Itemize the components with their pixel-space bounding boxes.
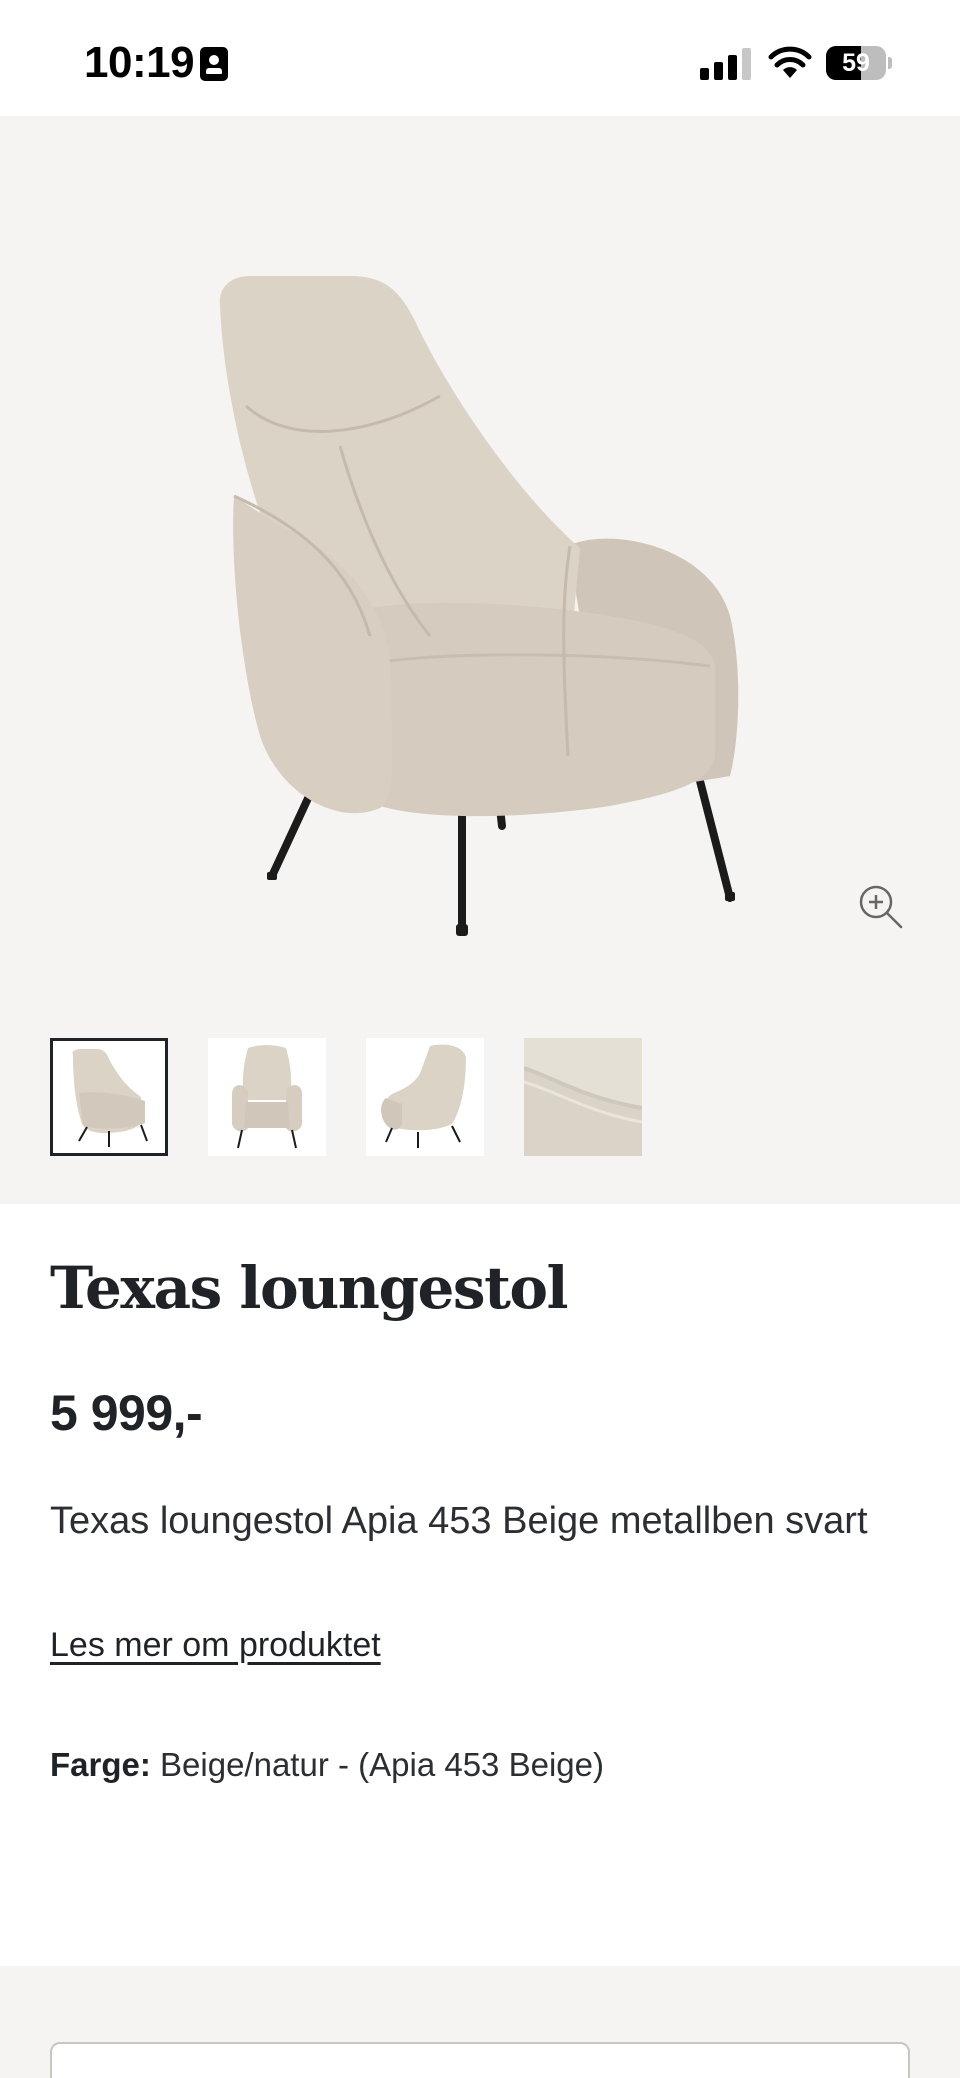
color-info: Farge: Beige/natur - (Apia 453 Beige) <box>50 1746 604 1784</box>
thumbnail-chair-front-angle[interactable] <box>50 1038 168 1156</box>
status-bar: 10:19 59 <box>0 0 960 116</box>
thumbnail-fabric-closeup[interactable] <box>524 1038 642 1156</box>
product-info: Texas loungestol 5 999,- Texas loungesto… <box>0 1204 960 1966</box>
battery-icon: 59 <box>826 46 892 80</box>
color-value: Beige/natur - (Apia 453 Beige) <box>160 1746 604 1783</box>
zoom-in-icon[interactable] <box>856 882 906 932</box>
battery-level: 59 <box>842 49 870 77</box>
read-more-link[interactable]: Les mer om produktet <box>50 1626 381 1665</box>
thumbnail-chair-back-angle[interactable] <box>366 1038 484 1156</box>
product-description: Texas loungestol Apia 453 Beige metallbe… <box>50 1500 868 1542</box>
product-price: 5 999,- <box>50 1385 203 1441</box>
wifi-icon <box>768 46 812 78</box>
option-select-box[interactable] <box>50 2042 910 2078</box>
product-title: Texas loungestol <box>50 1254 569 1322</box>
thumbnail-chair-front[interactable] <box>208 1038 326 1156</box>
id-card-icon <box>200 47 228 81</box>
main-product-image[interactable] <box>190 196 790 1016</box>
product-gallery <box>0 116 960 1204</box>
signal-icon <box>700 48 752 80</box>
color-label: Farge: <box>50 1746 151 1783</box>
bottom-section <box>0 1966 960 2078</box>
status-time: 10:19 <box>84 38 195 87</box>
